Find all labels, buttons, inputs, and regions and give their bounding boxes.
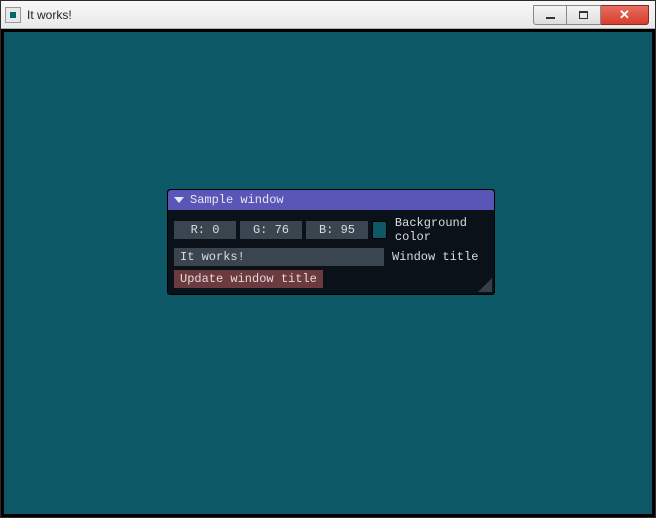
minimize-button[interactable] <box>533 5 567 25</box>
panel-title: Sample window <box>190 193 284 207</box>
b-value: 95 <box>341 223 355 237</box>
panel-titlebar[interactable]: Sample window <box>168 190 494 210</box>
update-title-button-label: Update window title <box>180 272 317 286</box>
titlebar[interactable]: It works! ✕ <box>1 1 655 29</box>
window-title-input[interactable]: It works! <box>174 248 384 266</box>
g-slider[interactable]: G: 76 <box>240 221 302 239</box>
b-label: B: <box>319 223 333 237</box>
window-title-input-value: It works! <box>180 250 245 264</box>
client-area: Sample window R: 0 G: 76 B: 95 <box>1 29 655 517</box>
g-value: 76 <box>275 223 289 237</box>
update-title-button[interactable]: Update window title <box>174 270 323 288</box>
close-icon: ✕ <box>619 8 630 21</box>
maximize-button[interactable] <box>567 5 601 25</box>
window-title: It works! <box>27 8 72 22</box>
bg-color-label: Background color <box>391 216 488 244</box>
b-slider[interactable]: B: 95 <box>306 221 368 239</box>
color-row: R: 0 G: 76 B: 95 Background color <box>174 216 488 244</box>
app-window: It works! ✕ Sample window R: 0 G: <box>0 0 656 518</box>
collapse-icon[interactable] <box>174 197 184 203</box>
panel-body: R: 0 G: 76 B: 95 Background color <box>168 210 494 294</box>
title-row: It works! Window title <box>174 248 488 266</box>
g-label: G: <box>253 223 267 237</box>
app-icon <box>5 7 21 23</box>
r-value: 0 <box>212 223 219 237</box>
maximize-icon <box>579 11 588 19</box>
r-slider[interactable]: R: 0 <box>174 221 236 239</box>
minimize-icon <box>546 17 555 19</box>
r-label: R: <box>191 223 205 237</box>
window-controls: ✕ <box>533 5 649 25</box>
window-title-label: Window title <box>388 250 478 264</box>
resize-grip[interactable] <box>478 278 492 292</box>
color-swatch[interactable] <box>372 221 387 239</box>
sample-window-panel[interactable]: Sample window R: 0 G: 76 B: 95 <box>167 189 495 295</box>
close-button[interactable]: ✕ <box>601 5 649 25</box>
button-row: Update window title <box>174 270 488 288</box>
